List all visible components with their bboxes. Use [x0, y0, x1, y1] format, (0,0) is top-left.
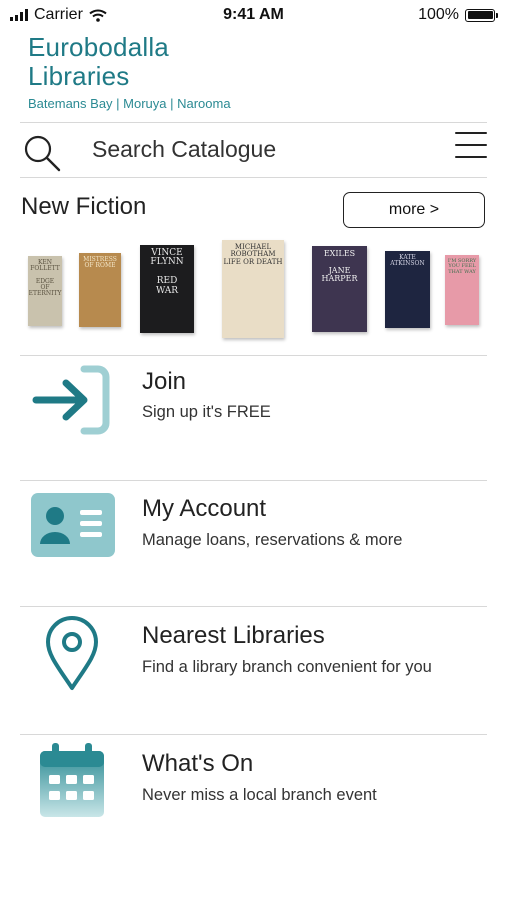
book-cover[interactable]: KEN FOLLETT EDGE OF ETERNITY [28, 256, 62, 326]
brand-name-line2: Libraries [28, 61, 130, 91]
sign-in-icon [32, 365, 110, 435]
book-cover-text: ETERNITY [28, 290, 62, 298]
more-button[interactable]: more > [343, 192, 485, 228]
menu-desc-join: Sign up it's FREE [142, 403, 271, 421]
battery-icon [465, 8, 498, 22]
brand-logo: Eurobodalla Libraries [28, 33, 169, 91]
book-cover-text: THAT WAY [448, 268, 476, 275]
menu-title-nearest-libraries: Nearest Libraries [142, 622, 325, 649]
divider [20, 355, 487, 356]
divider [20, 606, 487, 607]
book-cover[interactable]: KATE ATKINSON [385, 251, 430, 328]
location-pin-icon [46, 616, 98, 690]
menu-icon[interactable] [455, 132, 487, 160]
menu-title-join: Join [142, 368, 187, 395]
search-input[interactable]: Search Catalogue [92, 136, 276, 163]
status-bar: Carrier 9:41 AM 100% [0, 0, 507, 30]
search-icon[interactable] [22, 133, 62, 173]
id-card-icon [31, 493, 115, 557]
book-cover[interactable]: VINCE FLYNN RED WAR [140, 245, 194, 333]
brand-name-line1: Eurobodalla [28, 32, 169, 62]
divider [20, 177, 487, 178]
menu-desc-my-account: Manage loans, reservations & more [142, 531, 403, 549]
book-cover[interactable]: MICHAEL ROBOTHAM LIFE OR DEATH [222, 240, 284, 338]
section-title-new-fiction: New Fiction [21, 193, 147, 220]
menu-title-my-account: My Account [142, 495, 267, 522]
menu-desc-whats-on: Never miss a local branch event [142, 786, 377, 804]
menu-desc-nearest-libraries: Find a library branch convenient for you [142, 658, 432, 676]
book-cover-text: LIFE OR DEATH [223, 257, 283, 266]
divider [20, 734, 487, 735]
divider [20, 480, 487, 481]
status-right: 100% [418, 6, 498, 24]
battery-label: 100% [418, 6, 459, 23]
book-cover[interactable]: MISTRESS OF ROME [79, 253, 121, 327]
divider [20, 122, 487, 123]
book-cover[interactable]: I'M SORRY YOU FEEL THAT WAY [445, 255, 479, 325]
book-cover-text: OF ROME [84, 262, 116, 270]
menu-title-whats-on: What's On [142, 750, 254, 777]
book-cover[interactable]: EXILES JANE HARPER [312, 246, 367, 332]
book-cover-text: WAR [155, 285, 179, 296]
brand-branches: Batemans Bay | Moruya | Narooma [28, 96, 231, 111]
calendar-icon [40, 743, 104, 817]
book-cover-text: HARPER [321, 274, 358, 284]
book-cover-text: ATKINSON [390, 260, 425, 268]
